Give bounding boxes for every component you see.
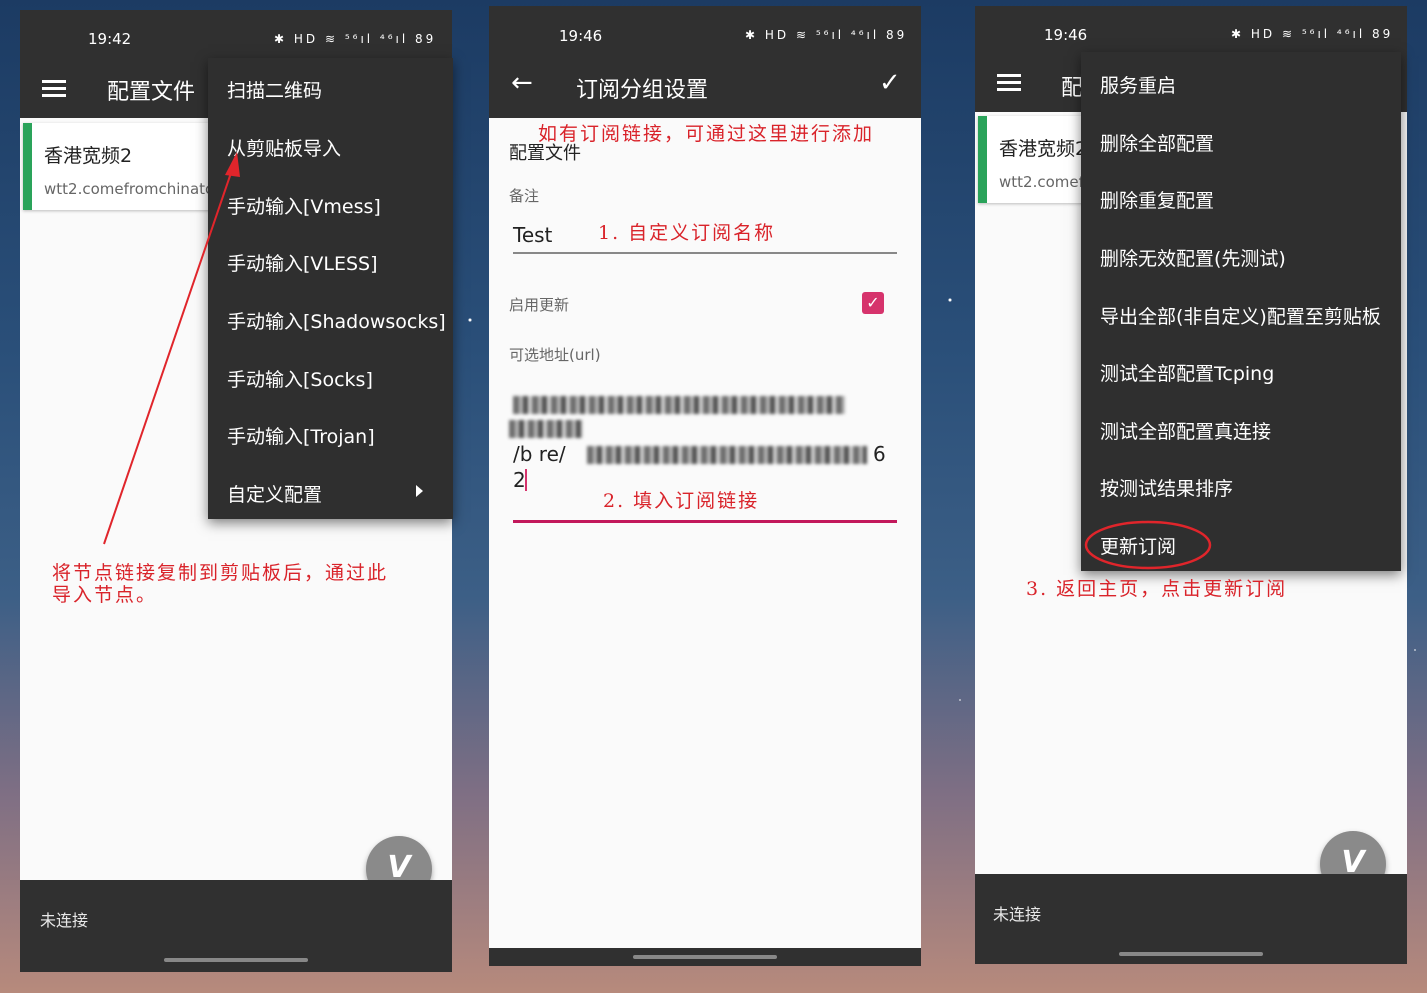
annotation-arrowhead-icon <box>225 152 240 177</box>
annotation-highlight-circle <box>1084 520 1212 570</box>
annotation-arrow-line <box>103 169 233 545</box>
annotation-overlay <box>103 152 1212 570</box>
